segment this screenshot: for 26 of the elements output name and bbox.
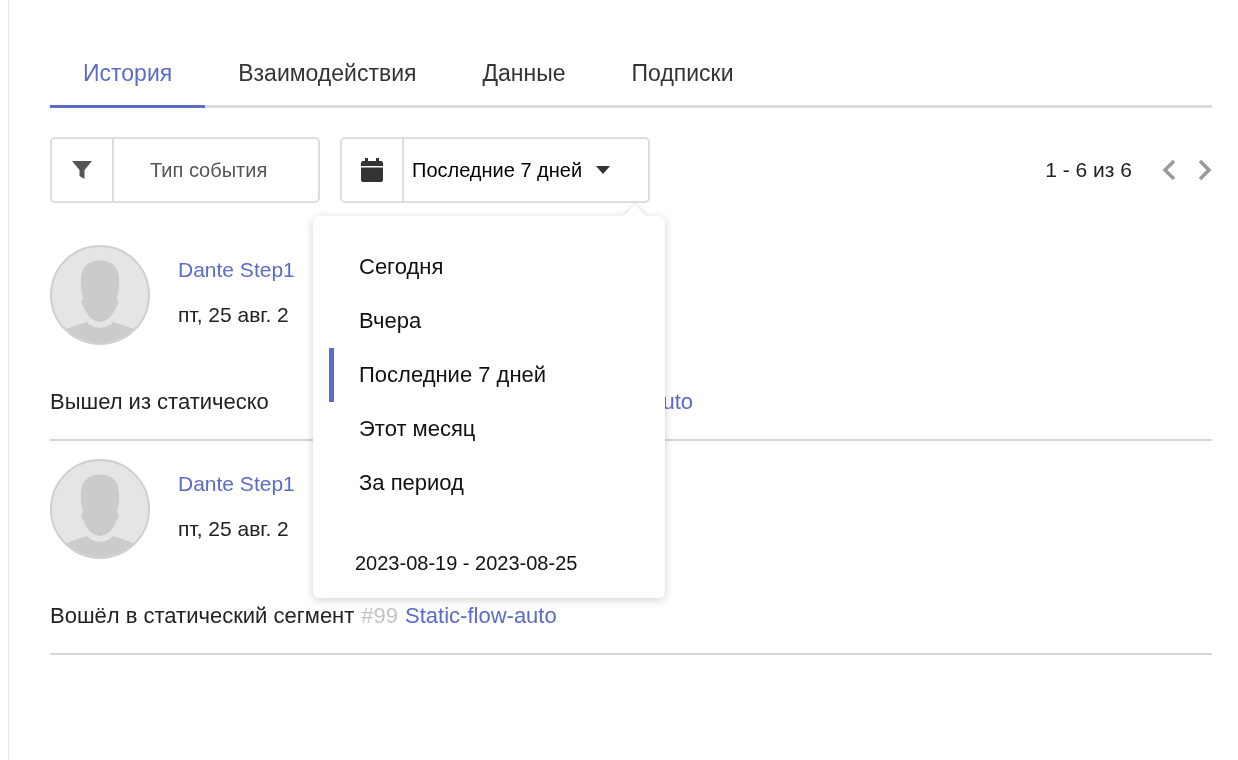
previous-page-icon[interactable] bbox=[1162, 158, 1176, 181]
tab[interactable]: Подписки bbox=[598, 52, 767, 108]
menu-option[interactable]: Последние 7 дней bbox=[329, 347, 665, 402]
menu-option[interactable]: За период bbox=[329, 455, 665, 510]
tab[interactable]: Взаимодействия bbox=[205, 52, 450, 108]
event-date: пт, 25 авг. 2 bbox=[178, 516, 290, 542]
date-range-text: 2023-08-19 - 2023-08-25 bbox=[354, 550, 579, 576]
tab[interactable]: Данные bbox=[449, 52, 599, 108]
tab[interactable]: История bbox=[50, 52, 206, 108]
event-text: Вышел из статическо bbox=[50, 387, 269, 416]
event-text: Вошёл в статический сегмент bbox=[50, 601, 355, 630]
filter-icon bbox=[71, 158, 93, 181]
calendar-icon bbox=[361, 157, 383, 182]
caret-down-icon bbox=[596, 165, 611, 174]
pagination-range: 1 - 6 из 6 bbox=[1045, 156, 1132, 183]
next-page-icon[interactable] bbox=[1198, 158, 1212, 181]
event-date: пт, 25 авг. 2 bbox=[178, 302, 290, 328]
period-dropdown[interactable]: Последние 7 дней bbox=[340, 136, 650, 203]
segment-id: #99 bbox=[361, 601, 399, 630]
menu-option[interactable]: Сегодня bbox=[329, 239, 665, 294]
author-link[interactable]: Dante Step1 bbox=[178, 253, 295, 285]
menu-option[interactable]: Вчера bbox=[329, 293, 665, 348]
event-type-filter[interactable]: Тип события bbox=[50, 136, 320, 203]
author-link[interactable]: Dante Step1 bbox=[178, 467, 295, 499]
menu-option[interactable]: Этот месяц bbox=[329, 401, 665, 456]
segment-link[interactable]: Static-flow-auto bbox=[405, 598, 557, 632]
